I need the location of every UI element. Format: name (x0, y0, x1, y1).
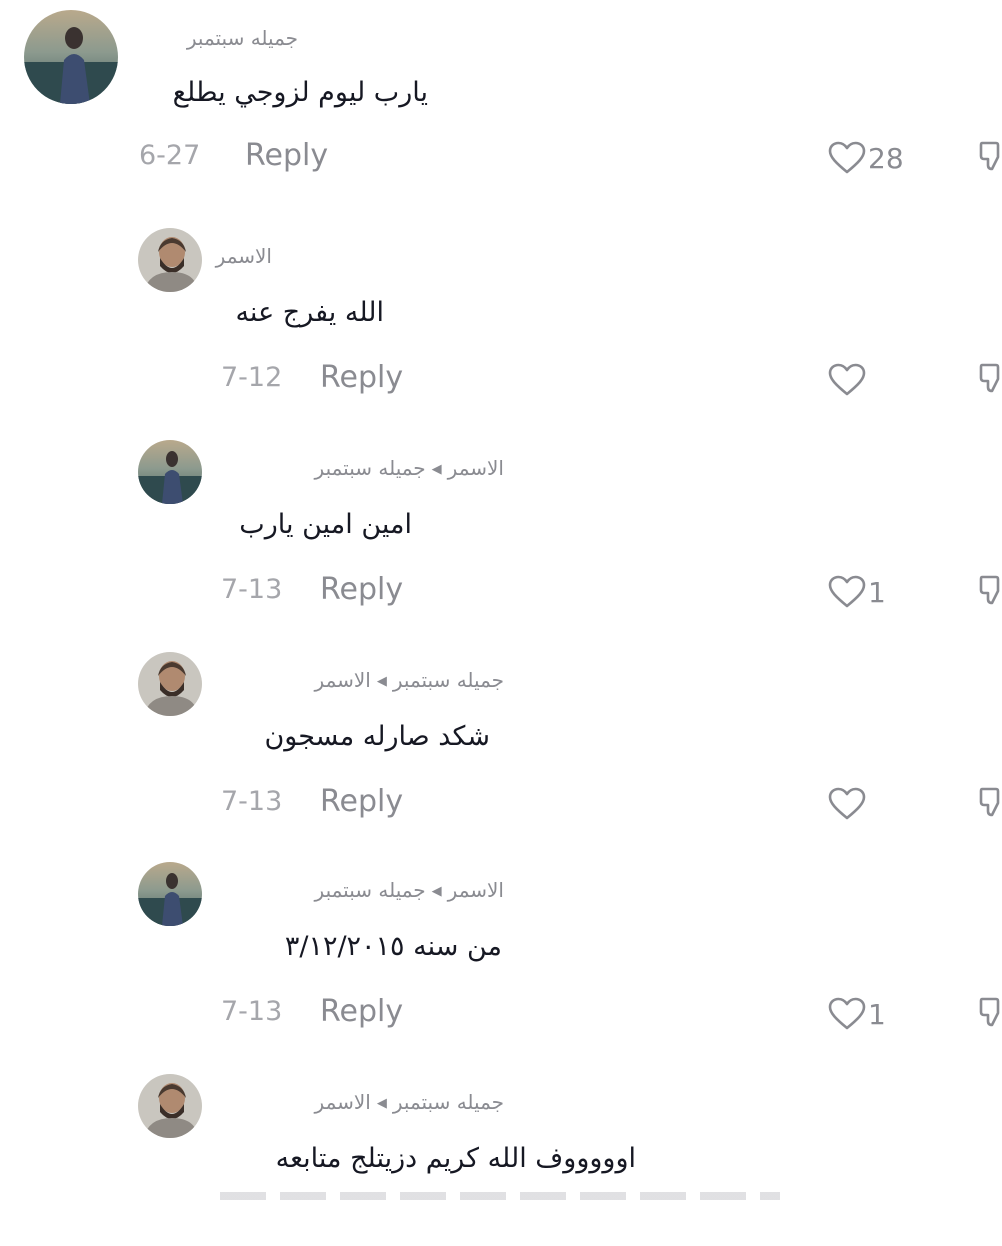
comment-date: 6-27 (139, 140, 201, 171)
heart-icon (828, 575, 866, 608)
reply-arrow-icon: ◀ (431, 884, 442, 899)
thumbs-down-icon (979, 575, 1000, 605)
comment-date: 7-12 (221, 362, 283, 393)
comment-author[interactable]: جميله سبتمبر◀الاسمر (315, 668, 504, 692)
reply-arrow-icon: ◀ (431, 462, 442, 477)
reply-to-user[interactable]: الاسمر (448, 456, 504, 480)
like-count: 1 (868, 575, 886, 609)
like-button[interactable]: 28 (828, 138, 904, 178)
reply-button[interactable]: Reply (245, 138, 328, 173)
next-comment-partial (220, 1192, 780, 1200)
heart-icon (828, 363, 866, 396)
thumbs-down-icon (979, 997, 1000, 1027)
reply-to-user[interactable]: جميله سبتمبر (393, 1090, 504, 1114)
reply-to-user[interactable]: الاسمر (448, 878, 504, 902)
comment-text: شكد صارله مسجون (264, 721, 490, 752)
like-button[interactable] (828, 784, 868, 824)
comment-author[interactable]: الاسمر (216, 244, 272, 268)
comment-text: الله يفرج عنه (235, 297, 384, 328)
dislike-button[interactable] (978, 571, 1002, 611)
bearded-man-avatar[interactable] (138, 228, 202, 292)
dislike-button[interactable] (978, 359, 1002, 399)
comment-author[interactable]: الاسمر◀جميله سبتمبر (315, 878, 504, 902)
comment-author[interactable]: الاسمر◀جميله سبتمبر (315, 456, 504, 480)
thumbs-down-icon (979, 787, 1000, 817)
reply-arrow-icon: ◀ (376, 674, 387, 689)
thumbs-down-icon (979, 141, 1000, 171)
comment-text: من سنه ٣/١٢/٢٠١٥ (284, 931, 502, 962)
reply-button[interactable]: Reply (320, 784, 403, 819)
bearded-man-avatar[interactable] (138, 1074, 202, 1138)
comment-author[interactable]: جميله سبتمبر◀الاسمر (315, 1090, 504, 1114)
dislike-button[interactable] (978, 993, 1002, 1033)
comment-item: الاسمر◀جميله سبتمبر امين امين يارب 7-13 … (0, 412, 1002, 612)
reply-arrow-icon: ◀ (376, 1096, 387, 1111)
heart-icon (828, 997, 866, 1030)
comment-date: 7-13 (221, 786, 283, 817)
comment-text: امين امين يارب (239, 509, 412, 540)
comment-text: اوووووف الله كريم دزيتلج متابعه (275, 1143, 636, 1174)
like-button[interactable]: 1 (828, 994, 886, 1034)
reply-to-user[interactable]: جميله سبتمبر (393, 668, 504, 692)
like-count: 28 (868, 141, 904, 175)
comment-date: 7-13 (221, 574, 283, 605)
comment-item: جميله سبتمبر◀الاسمر اوووووف الله كريم دز… (0, 1046, 1002, 1246)
reply-button[interactable]: Reply (320, 360, 403, 395)
like-count: 1 (868, 997, 886, 1031)
bearded-man-avatar[interactable] (138, 652, 202, 716)
comment-item: الاسمر الله يفرج عنه 7-12 Reply (0, 200, 1002, 400)
dislike-button[interactable] (978, 137, 1002, 177)
comment-item: الاسمر◀جميله سبتمبر من سنه ٣/١٢/٢٠١٥ 7-1… (0, 834, 1002, 1034)
dislike-button[interactable] (978, 783, 1002, 823)
heart-icon (828, 141, 866, 174)
woman-by-water-avatar[interactable] (138, 440, 202, 504)
thumbs-down-icon (979, 363, 1000, 393)
woman-by-water-avatar[interactable] (138, 862, 202, 926)
comment-item: جميله سبتمبر يارب ليوم لزوجي يطلع 6-27 R… (0, 0, 1002, 200)
reply-button[interactable]: Reply (320, 572, 403, 607)
comment-text: يارب ليوم لزوجي يطلع (172, 77, 428, 108)
like-button[interactable] (828, 360, 868, 400)
reply-button[interactable]: Reply (320, 994, 403, 1029)
comment-date: 7-13 (221, 996, 283, 1027)
like-button[interactable]: 1 (828, 572, 886, 612)
woman-by-water-avatar[interactable] (24, 10, 118, 104)
heart-icon (828, 787, 866, 820)
comment-item: جميله سبتمبر◀الاسمر شكد صارله مسجون 7-13… (0, 624, 1002, 824)
comment-author[interactable]: جميله سبتمبر (187, 26, 298, 50)
